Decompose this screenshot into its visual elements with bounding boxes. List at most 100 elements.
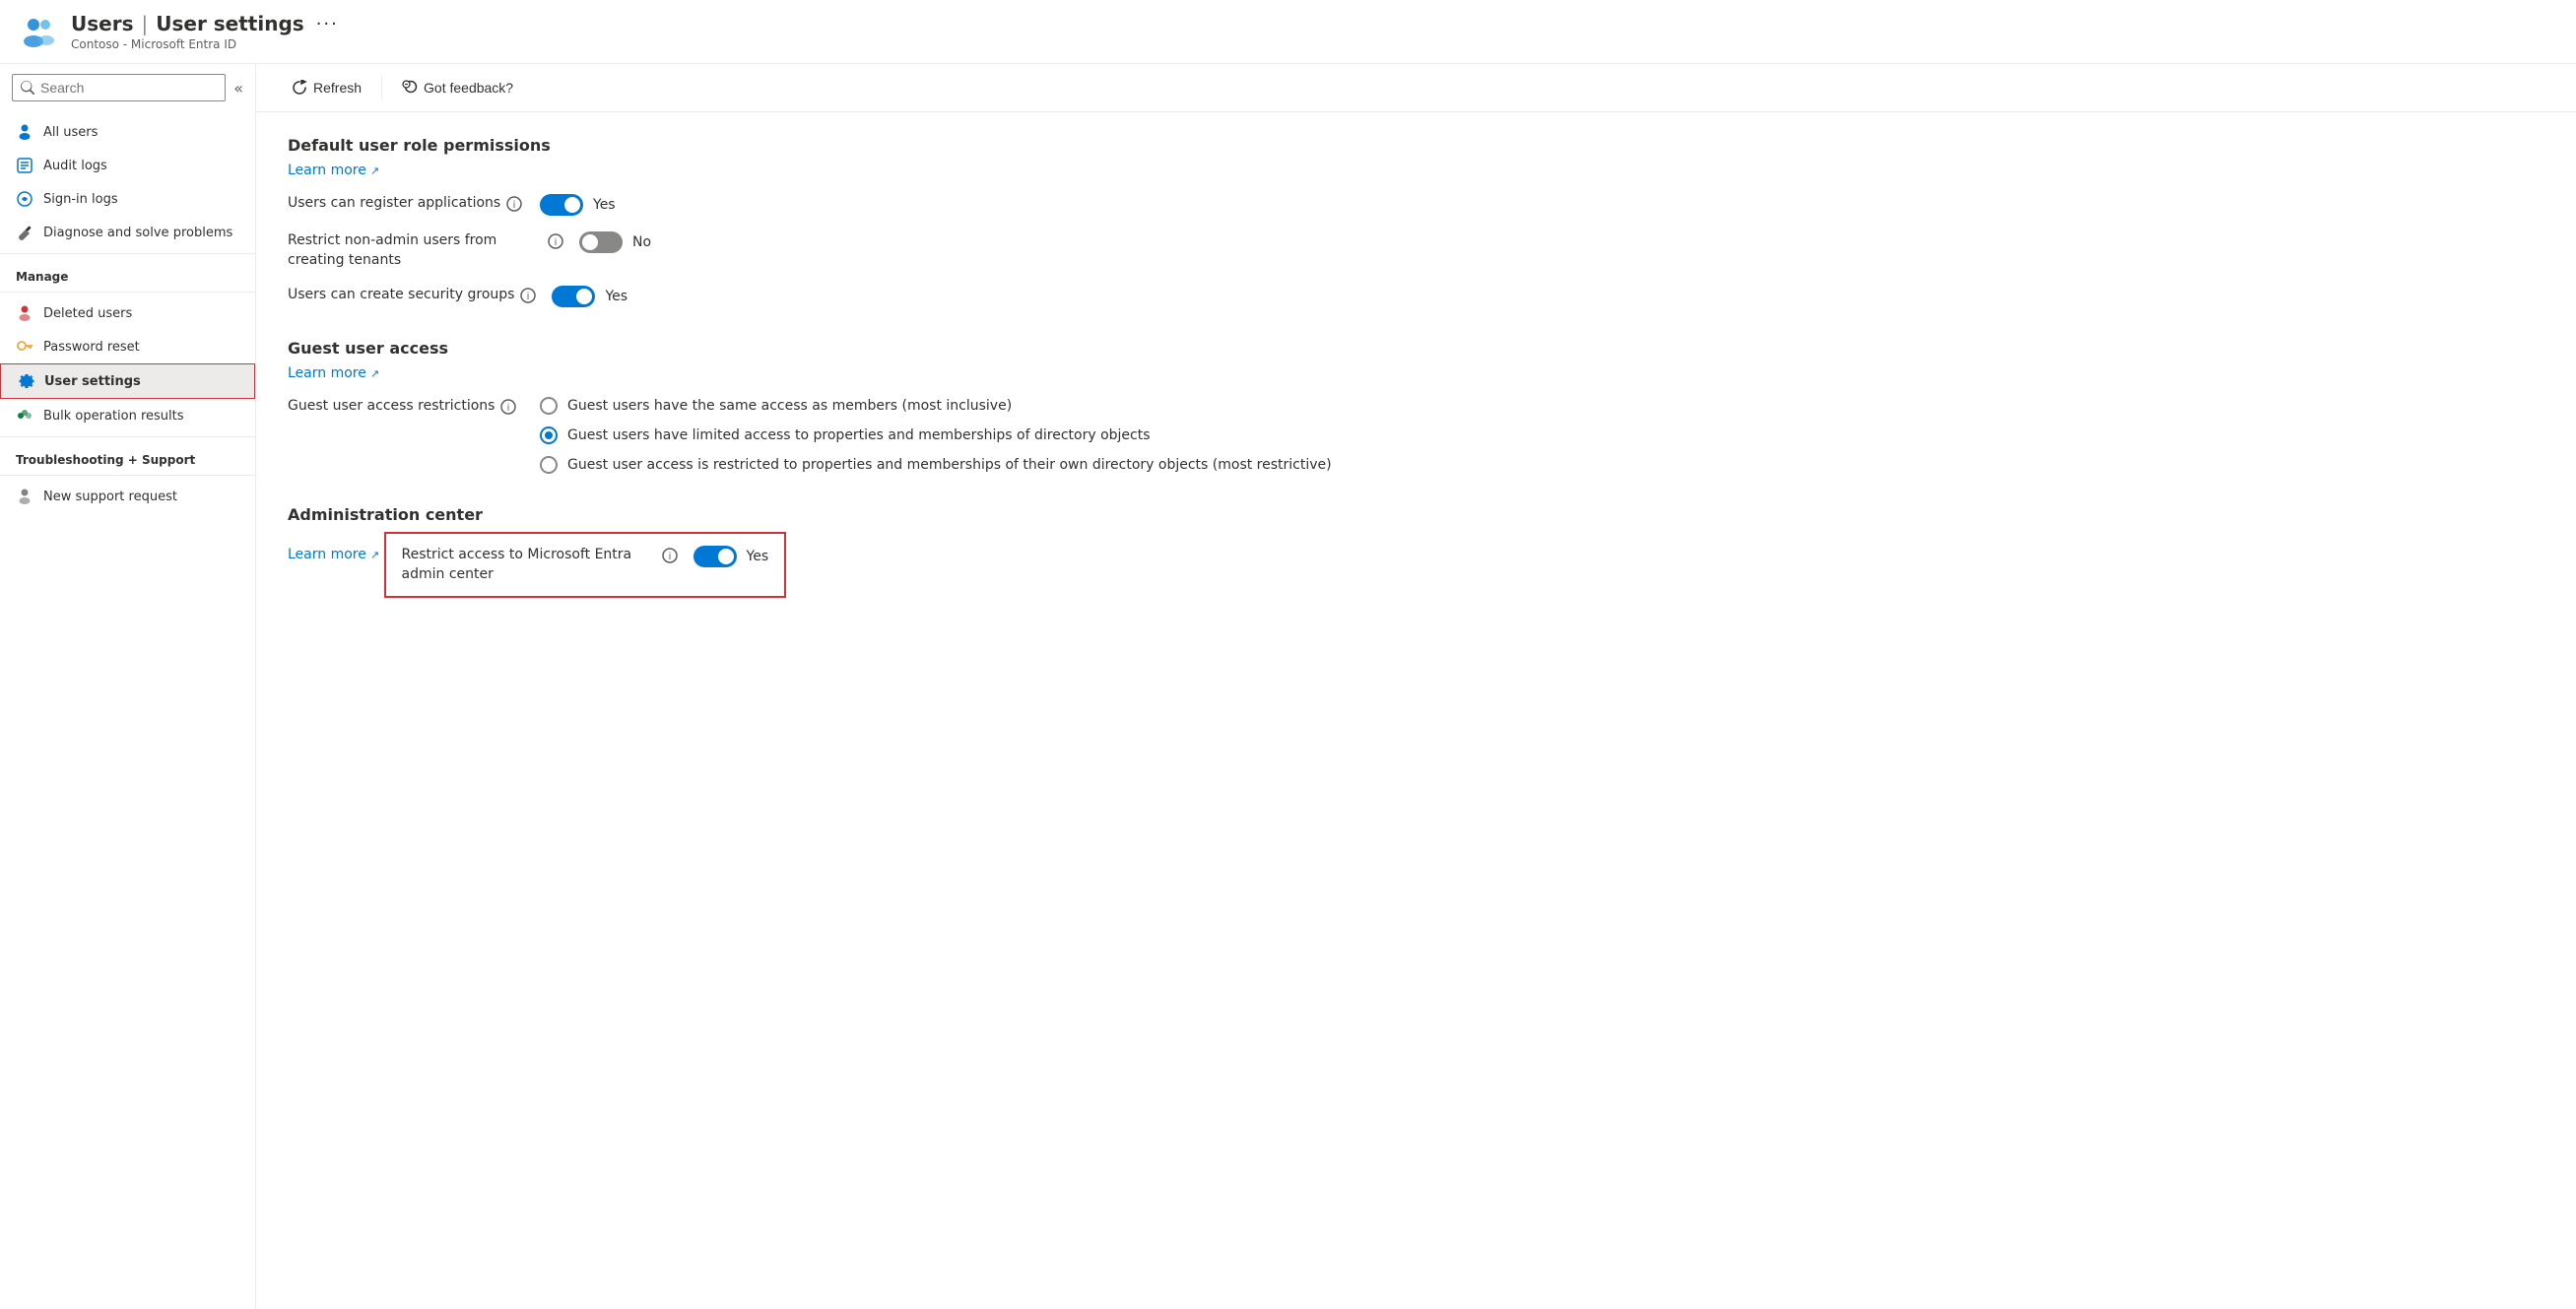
radio-label-3: Guest user access is restricted to prope… — [567, 457, 1332, 473]
sidebar-label-password-reset: Password reset — [43, 340, 140, 355]
restrict-tenants-label: Restrict non-admin users from creating t… — [288, 231, 542, 270]
bulk-icon — [16, 407, 33, 425]
main-content: Refresh Got feedback? Default user role … — [256, 64, 2576, 1309]
setting-row-guest-access: Guest user access restrictions i Guest u… — [288, 397, 2544, 474]
header-title-group: Users | User settings ··· Contoso - Micr… — [71, 12, 339, 51]
sidebar-divider-4 — [0, 475, 255, 476]
sidebar-label-user-settings: User settings — [44, 374, 141, 389]
sidebar-divider-3 — [0, 436, 255, 437]
radio-option-most-inclusive[interactable]: Guest users have the same access as memb… — [540, 397, 1332, 415]
register-apps-label: Users can register applications — [288, 194, 500, 214]
users-icon — [20, 12, 59, 51]
section-default-permissions: Default user role permissions Learn more… — [288, 136, 2544, 307]
guest-access-info-icon[interactable]: i — [500, 399, 516, 415]
guest-access-label: Guest user access restrictions — [288, 397, 495, 417]
radio-outer-1 — [540, 397, 558, 415]
feedback-label: Got feedback? — [424, 80, 513, 96]
key-icon — [16, 338, 33, 356]
radio-outer-2 — [540, 426, 558, 444]
feedback-icon — [402, 80, 418, 96]
setting-row-create-security: Users can create security groups i Yes — [288, 286, 2544, 307]
radio-option-most-restrictive[interactable]: Guest user access is restricted to prope… — [540, 456, 1332, 474]
setting-row-restrict-admin: Restrict access to Microsoft Entra admin… — [402, 546, 769, 584]
sidebar: « All users Audit logs Sign-in logs Diag… — [0, 64, 256, 1309]
svg-text:i: i — [507, 403, 510, 414]
register-apps-info-icon[interactable]: i — [506, 196, 522, 212]
header-more[interactable]: ··· — [316, 14, 339, 34]
sidebar-label-all-users: All users — [43, 125, 98, 140]
svg-text:i: i — [513, 200, 516, 211]
sidebar-label-audit-logs: Audit logs — [43, 159, 107, 173]
section-guest-access: Guest user access Learn more ↗ Guest use… — [288, 339, 2544, 474]
radio-outer-3 — [540, 456, 558, 474]
restrict-tenants-info-icon[interactable]: i — [548, 233, 563, 249]
restrict-admin-label: Restrict access to Microsoft Entra admin… — [402, 546, 656, 584]
sidebar-item-user-settings[interactable]: User settings — [0, 363, 255, 399]
wrench-icon — [16, 224, 33, 241]
section3-learn-more[interactable]: Learn more ↗ — [288, 547, 379, 562]
restrict-tenants-toggle[interactable] — [579, 231, 623, 253]
restrict-admin-info-icon[interactable]: i — [662, 548, 678, 563]
radio-label-1: Guest users have the same access as memb… — [567, 398, 1012, 414]
sidebar-item-deleted-users[interactable]: Deleted users — [0, 296, 255, 330]
refresh-button[interactable]: Refresh — [280, 74, 373, 101]
register-apps-value: Yes — [593, 197, 616, 213]
sidebar-divider-2 — [0, 292, 255, 293]
guest-access-radio-group: Guest users have the same access as memb… — [540, 397, 1332, 474]
sidebar-label-deleted-users: Deleted users — [43, 306, 132, 321]
create-security-label: Users can create security groups — [288, 286, 514, 305]
sidebar-label-signin-logs: Sign-in logs — [43, 192, 118, 207]
deleted-icon — [16, 304, 33, 322]
create-security-info-icon[interactable]: i — [520, 288, 536, 303]
sidebar-label-bulk-ops: Bulk operation results — [43, 409, 184, 424]
sidebar-item-audit-logs[interactable]: Audit logs — [0, 149, 255, 182]
radio-option-limited-access[interactable]: Guest users have limited access to prope… — [540, 426, 1332, 444]
sidebar-item-password-reset[interactable]: Password reset — [0, 330, 255, 363]
radio-label-2: Guest users have limited access to prope… — [567, 427, 1151, 443]
create-security-value: Yes — [605, 289, 627, 304]
svg-text:i: i — [555, 237, 558, 248]
signin-icon — [16, 190, 33, 208]
setting-row-register-apps: Users can register applications i Yes — [288, 194, 2544, 216]
external-link-icon-3: ↗ — [370, 549, 379, 561]
sidebar-nav: All users Audit logs Sign-in logs Diagno… — [0, 111, 255, 517]
sidebar-item-all-users[interactable]: All users — [0, 115, 255, 149]
restrict-admin-toggle[interactable] — [694, 546, 737, 567]
search-input[interactable] — [40, 80, 217, 96]
toolbar-separator — [381, 76, 382, 99]
register-apps-control: Yes — [540, 194, 616, 216]
register-apps-toggle[interactable] — [540, 194, 583, 216]
app-subtitle: Contoso - Microsoft Entra ID — [71, 37, 339, 51]
restrict-admin-value: Yes — [747, 549, 769, 564]
audit-icon — [16, 157, 33, 174]
sidebar-divider-1 — [0, 253, 255, 254]
restrict-tenants-control: No — [579, 231, 651, 253]
header-separator: | — [141, 12, 148, 35]
external-link-icon-2: ↗ — [370, 367, 379, 380]
search-icon — [21, 81, 34, 95]
section2-learn-more[interactable]: Learn more ↗ — [288, 365, 379, 381]
app-header: Users | User settings ··· Contoso - Micr… — [0, 0, 2576, 64]
sidebar-search-row: « — [0, 64, 255, 111]
page-title: User settings — [156, 12, 303, 35]
radio-inner-2 — [545, 431, 553, 439]
create-security-control: Yes — [552, 286, 627, 307]
section1-learn-more[interactable]: Learn more ↗ — [288, 163, 379, 178]
svg-text:i: i — [668, 552, 671, 562]
manage-section-label: Manage — [0, 258, 255, 288]
admin-center-highlight-box: Restrict access to Microsoft Entra admin… — [384, 532, 787, 598]
create-security-toggle[interactable] — [552, 286, 595, 307]
sidebar-item-bulk-ops[interactable]: Bulk operation results — [0, 399, 255, 432]
sidebar-item-new-support[interactable]: New support request — [0, 480, 255, 513]
sidebar-collapse-btn[interactable]: « — [233, 79, 243, 98]
restrict-admin-control: Yes — [694, 546, 769, 567]
feedback-button[interactable]: Got feedback? — [390, 74, 525, 101]
toolbar: Refresh Got feedback? — [256, 64, 2576, 112]
svg-text:i: i — [527, 292, 530, 302]
sidebar-item-diagnose[interactable]: Diagnose and solve problems — [0, 216, 255, 249]
setting-row-restrict-tenants: Restrict non-admin users from creating t… — [288, 231, 2544, 270]
sidebar-search-box[interactable] — [12, 74, 226, 101]
sidebar-label-new-support: New support request — [43, 490, 177, 504]
content-body: Default user role permissions Learn more… — [256, 112, 2576, 653]
sidebar-item-signin-logs[interactable]: Sign-in logs — [0, 182, 255, 216]
